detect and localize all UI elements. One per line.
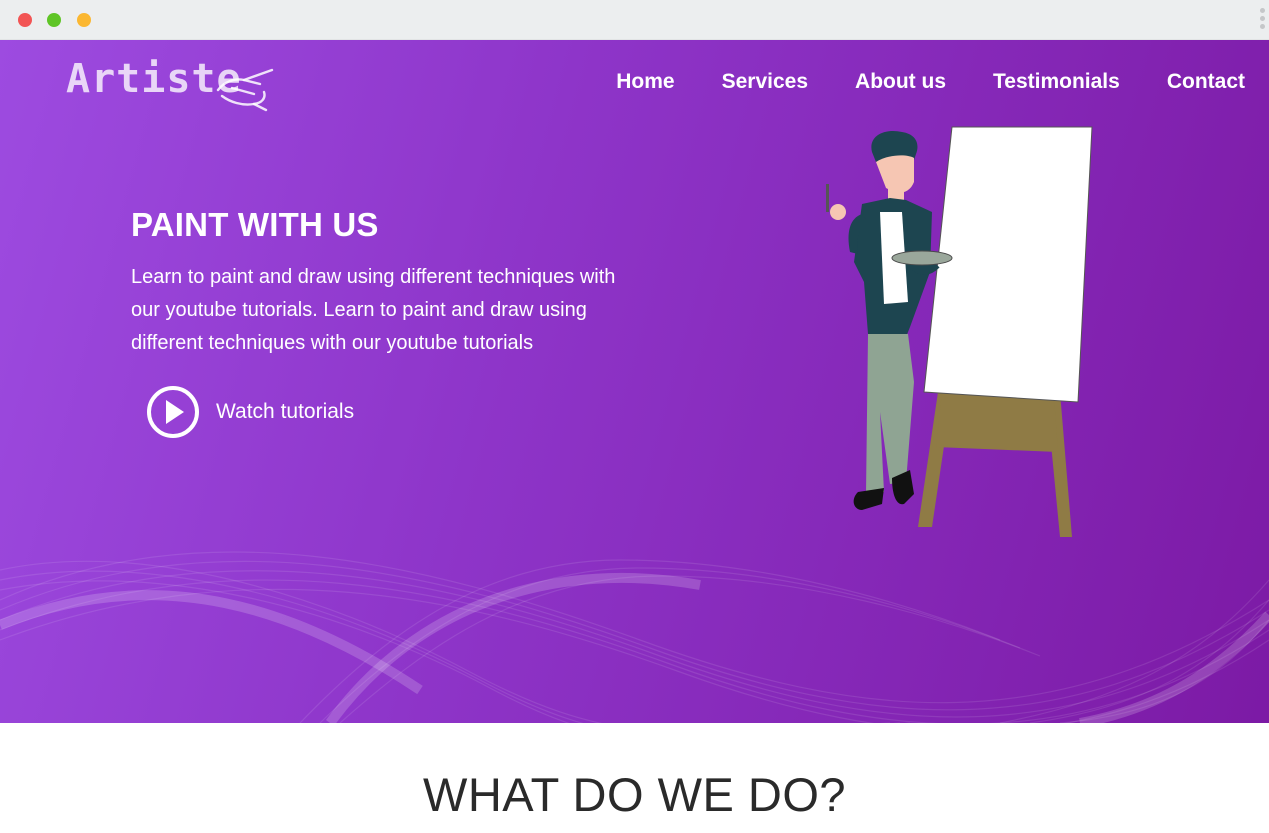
minimize-window-button[interactable] — [77, 13, 91, 27]
watch-tutorials-button[interactable]: Watch tutorials — [146, 383, 354, 441]
site-logo[interactable]: Artiste — [64, 56, 284, 112]
browser-menu-icon[interactable] — [1260, 8, 1266, 32]
hero-description: Learn to paint and draw using different … — [131, 266, 616, 354]
hero-title: PAINT WITH US — [131, 206, 379, 243]
maximize-window-button[interactable] — [47, 13, 61, 27]
section-heading: WHAT DO WE DO? — [422, 768, 847, 821]
hand-drawing-icon — [216, 68, 274, 112]
close-window-button[interactable] — [18, 13, 32, 27]
nav-home-link[interactable]: Home — [616, 70, 674, 94]
nav-contact-link[interactable]: Contact — [1167, 70, 1245, 94]
nav-services-link[interactable]: Services — [722, 70, 808, 94]
nav-testimonials-link[interactable]: Testimonials — [993, 70, 1120, 94]
play-circle-icon[interactable] — [146, 383, 202, 441]
painter-with-easel-illustration — [826, 126, 1093, 537]
main-nav: Home Services About us Testimonials Cont… — [569, 70, 1245, 94]
browser-titlebar — [0, 0, 1269, 40]
nav-about-link[interactable]: About us — [855, 70, 946, 94]
hero-section: Artiste Home Services About us Testimoni… — [0, 40, 1269, 723]
watch-tutorials-label: Watch tutorials — [216, 400, 355, 423]
